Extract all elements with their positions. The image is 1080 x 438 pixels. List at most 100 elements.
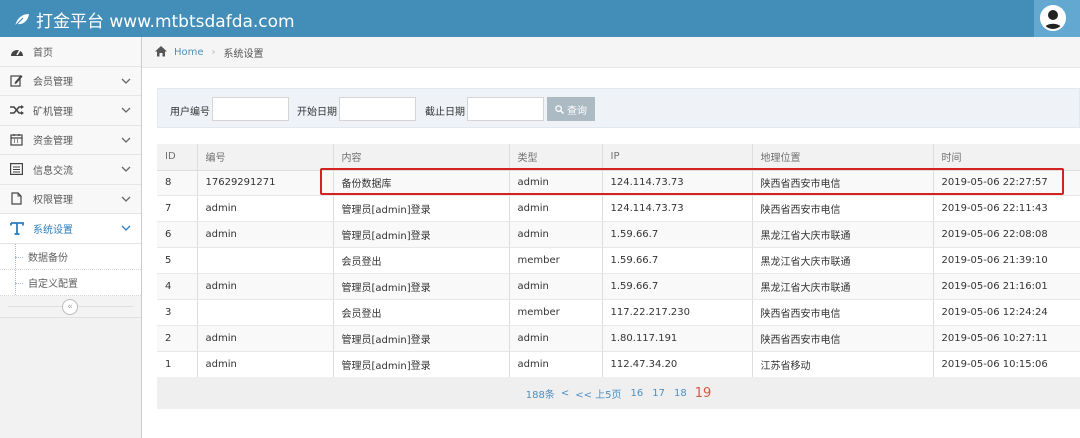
table-cell: 管理员[admin]登录 [333,325,510,352]
pagination: 188条 < << 上5页 16 17 18 19 [157,377,1080,409]
chevron-down-icon [121,196,131,202]
pager-page-link[interactable]: 16 [631,388,644,399]
pager-page-link[interactable]: 18 [674,388,687,399]
sidebar-item-label: 资金管理 [33,136,73,148]
file-icon [9,191,24,206]
pager-prev-link[interactable]: < [561,388,569,399]
sidebar-item-members[interactable]: 会员管理 [0,66,141,96]
user-menu[interactable] [1034,0,1080,37]
brand[interactable]: 打金平台 www.mtbtsdafda.com [14,7,295,32]
sidebar-item-home[interactable]: 首页 [0,37,141,67]
sidebar-subitem-custom-config[interactable]: 自定义配置 [0,269,141,296]
pager-prev5-link[interactable]: << 上5页 [575,386,621,401]
breadcrumb-home-link[interactable]: Home [174,47,204,58]
table-cell: 1.59.66.7 [602,221,753,249]
column-header: 编号 [197,144,334,171]
table-cell: admin [197,325,334,352]
collapse-double-left-icon[interactable]: « [62,298,78,315]
table-cell: admin [509,195,603,223]
table-cell: 117.22.217.230 [602,299,753,326]
breadcrumb: Home › 系统设置 [142,37,1080,68]
table-cell: 8 [157,170,198,197]
user-avatar-icon [1040,5,1066,31]
table-row: 1 admin 管理员[admin]登录 admin 112.47.34.20 江苏省移动… [157,351,1080,378]
table-cell: admin [509,325,603,352]
table-cell: 陕西省西安市电信 [752,299,934,326]
home-icon [154,45,168,60]
table-cell: 会员登出 [333,247,510,275]
table-cell: 2019-05-06 22:11:43 [933,195,1080,223]
table-cell: 管理员[admin]登录 [333,221,510,249]
table-cell [197,299,334,326]
start-date-input[interactable] [339,97,416,121]
table-cell: admin [197,195,334,223]
table-cell: 管理员[admin]登录 [333,351,510,378]
table-cell: 2019-05-06 10:27:11 [933,325,1080,352]
brand-text: 打金平台 www.mtbtsdafda.com [36,12,295,32]
sidebar-item-funds[interactable]: 资金管理 [0,125,141,155]
column-header: ID [157,144,198,171]
search-button[interactable]: 查询 [547,97,595,121]
table-cell: 17629291271 [197,170,334,197]
table-cell: 4 [157,273,198,300]
column-header: 类型 [509,144,603,171]
table-cell: 6 [157,221,198,249]
table-row: 6 admin 管理员[admin]登录 admin 1.59.66.7 黑龙江省大庆市联… [157,221,1080,249]
shuffle-icon [9,103,24,118]
breadcrumb-current: 系统设置 [223,48,264,60]
table-cell: 3 [157,299,198,326]
table-row: 7 admin 管理员[admin]登录 admin 124.114.73.73 陕西省西… [157,195,1080,223]
sidebar-item-miners[interactable]: 矿机管理 [0,96,141,126]
table-cell: 124.114.73.73 [602,195,753,223]
table-cell: 2019-05-06 22:08:08 [933,221,1080,249]
sidebar-item-label: 系统设置 [33,224,73,236]
table-cell: 2019-05-06 10:15:06 [933,351,1080,378]
table-cell [197,247,334,275]
table-cell: 备份数据库 [333,170,510,197]
table-row: 3 会员登出 member 117.22.217.230 陕西省西安市电信 2019-05… [157,299,1080,326]
top-navbar: 打金平台 www.mtbtsdafda.com [0,0,1080,37]
chevron-down-icon [121,137,131,143]
end-date-input[interactable] [467,97,544,121]
sidebar-item-label: 信息交流 [33,165,73,177]
calendar-icon [9,132,24,147]
table-cell: 112.47.34.20 [602,351,753,378]
pager-page-link[interactable]: 17 [652,388,665,399]
sidebar-item-messages[interactable]: 信息交流 [0,155,141,185]
end-date-label: 截止日期 [425,107,465,118]
table-cell: 2019-05-06 12:24:24 [933,299,1080,326]
user-id-input[interactable] [212,97,289,121]
table-cell: admin [509,351,603,378]
sidebar-item-system-settings[interactable]: 系统设置 [0,214,141,244]
table-cell: 124.114.73.73 [602,170,753,197]
table-cell: member [509,247,603,275]
table-cell: 管理员[admin]登录 [333,195,510,223]
chevron-down-icon [121,78,131,84]
table-cell: 2019-05-06 22:27:57 [933,170,1080,197]
table-cell: 黑龙江省大庆市联通 [752,221,934,249]
sidebar-subitem-data-backup[interactable]: 数据备份 [0,243,141,270]
sidebar-item-permissions[interactable]: 权限管理 [0,184,141,214]
column-header: 时间 [933,144,1080,171]
table-cell: 5 [157,247,198,275]
table-cell: admin [509,170,603,197]
table-body: 8 17629291271 备份数据库 admin 124.114.73.73 陕西省西安… [157,170,1080,378]
sidebar-item-label: 会员管理 [33,77,73,89]
list-icon [9,162,24,177]
edit-icon [9,73,24,88]
table-cell: 7 [157,195,198,223]
table-cell: 陕西省西安市电信 [752,195,934,223]
leaf-icon [14,13,30,27]
table-cell: 2019-05-06 21:39:10 [933,247,1080,275]
table-cell: 会员登出 [333,299,510,326]
table-cell: 黑龙江省大庆市联通 [752,273,934,300]
table-cell: admin [509,273,603,300]
table-cell: 1.80.117.191 [602,325,753,352]
table-header-row: ID 编号 内容 类型 IP 地理位置 时间 [157,144,1080,171]
table-cell: member [509,299,603,326]
table-cell: 黑龙江省大庆市联通 [752,247,934,275]
table-cell: 陕西省西安市电信 [752,325,934,352]
search-icon [555,104,564,114]
column-header: 地理位置 [752,144,934,171]
text-icon [9,221,24,236]
